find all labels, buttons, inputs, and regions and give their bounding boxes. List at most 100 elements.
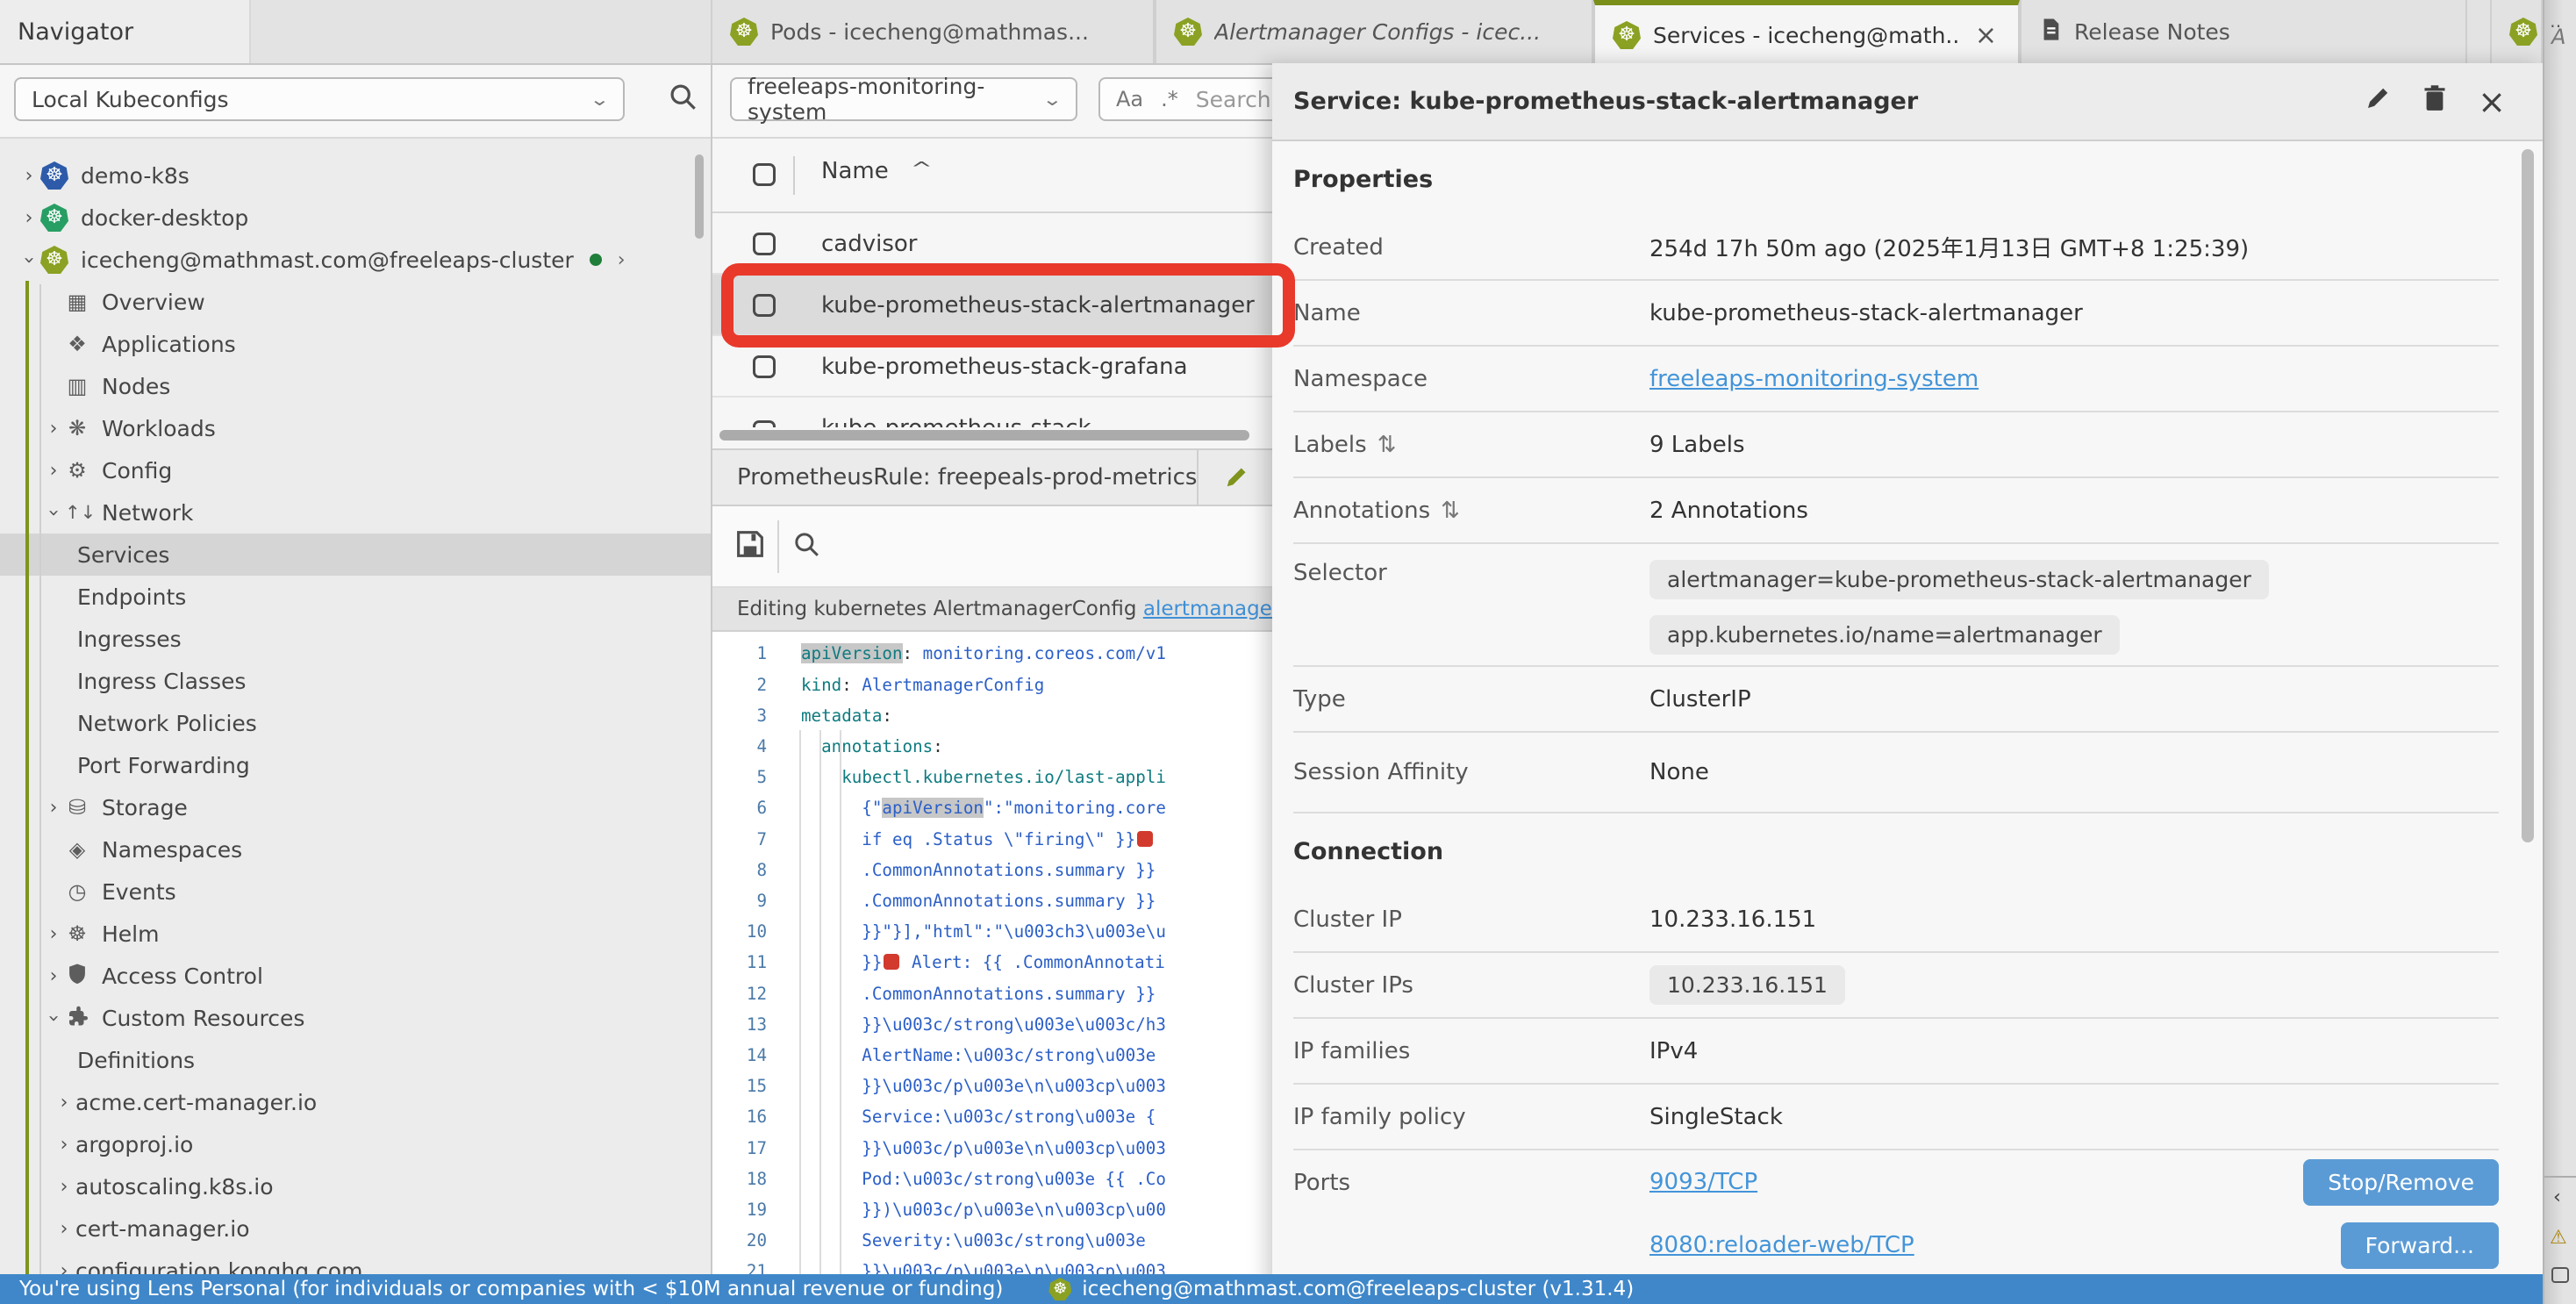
name-column-header[interactable]: Name — [821, 158, 889, 184]
code-line: metadata: — [801, 700, 1272, 731]
detail-scrollbar[interactable] — [2522, 149, 2534, 842]
sidebar-item-config[interactable]: ›⚙Config — [0, 449, 711, 491]
sidebar-item-ingress-classes[interactable]: Ingress Classes — [0, 660, 711, 702]
table-row[interactable]: cadvisor — [712, 213, 1272, 275]
sidebar-item-demo-k8s[interactable]: ›☸demo-k8s — [0, 154, 711, 197]
editor-search-icon[interactable] — [793, 531, 819, 564]
sidebar-item-helm[interactable]: ›☸Helm — [0, 913, 711, 955]
namespace-link[interactable]: freeleaps-monitoring-system — [1649, 366, 1979, 392]
sort-updown-icon[interactable]: ⇅ — [1377, 432, 1397, 458]
port-link[interactable]: 8080:reloader-web/TCP — [1649, 1232, 1914, 1258]
sidebar-scrollbar[interactable] — [695, 154, 704, 239]
edit-pencil-icon[interactable] — [2364, 84, 2392, 119]
tab-services-icecheng-math[interactable]: ☸Services - icecheng@math...× — [1593, 0, 2020, 65]
sidebar-item-definitions[interactable]: Definitions — [0, 1039, 711, 1081]
sidebar-item-network[interactable]: ›↑↓Network — [0, 491, 711, 534]
sidebar-item-cert-manager-io[interactable]: ›cert-manager.io — [0, 1207, 711, 1250]
table-row[interactable]: kube-prometheus-stack-alertmanager — [712, 275, 1272, 336]
sidebar-item-endpoints[interactable]: Endpoints — [0, 576, 711, 618]
detail-title: Service: kube-prometheus-stack-alertmana… — [1293, 63, 1918, 140]
kubeconfig-select[interactable]: Local Kubeconfigs ⌄ — [14, 77, 625, 121]
service-name: kube-prometheus-stack- — [821, 398, 1099, 427]
yaml-editor[interactable]: 123456789101112131415161718192021 apiVer… — [712, 632, 1272, 1304]
tab-pods-icecheng-mathmas[interactable]: ☸Pods - icecheng@mathmas... — [711, 0, 1155, 63]
sidebar-item-label: Custom Resources — [102, 1006, 304, 1031]
tab-partial[interactable]: ☸ — [2490, 0, 2543, 63]
code-token: }}\u003c/p\u003e\n\u003cp\u003 — [801, 1138, 1166, 1158]
chevron-collapsed-icon[interactable]: › — [18, 165, 40, 187]
sidebar-item-access-control[interactable]: ›Access Control — [0, 955, 711, 997]
line-number: 1 — [712, 638, 767, 669]
chevron-right-icon[interactable]: › — [618, 249, 626, 271]
sidebar-item-nodes[interactable]: ▥Nodes — [0, 365, 711, 407]
edit-pencil-icon[interactable] — [1223, 464, 1249, 498]
code-line: Service:\u003c/strong\u003e { — [801, 1101, 1272, 1132]
chevron-collapsed-icon[interactable]: › — [53, 1176, 75, 1198]
sidebar-item-workloads[interactable]: ›❋Workloads — [0, 407, 711, 449]
sort-updown-icon[interactable]: ⇅ — [1441, 498, 1460, 524]
table-row[interactable]: kube-prometheus-stack-grafana — [712, 336, 1272, 398]
code-line: .CommonAnnotations.summary }} — [801, 855, 1272, 885]
port-link[interactable]: 9093/TCP — [1649, 1169, 1757, 1195]
sidebar-item-namespaces[interactable]: ◈Namespaces — [0, 828, 711, 871]
chevron-expanded-icon[interactable]: › — [18, 248, 40, 271]
delete-trash-icon[interactable] — [2422, 84, 2448, 119]
sidebar-item-ingresses[interactable]: Ingresses — [0, 618, 711, 660]
row-checkbox[interactable] — [753, 420, 776, 427]
chevron-left-icon[interactable]: ‹ — [2553, 1186, 2561, 1208]
chevron-collapsed-icon[interactable]: › — [53, 1218, 75, 1240]
sidebar-item-applications[interactable]: ❖Applications — [0, 323, 711, 365]
namespace-select[interactable]: freeleaps-monitoring-system ⌄ — [730, 77, 1077, 121]
chevron-collapsed-icon[interactable]: › — [42, 923, 65, 945]
chevron-collapsed-icon[interactable]: › — [42, 418, 65, 440]
stop-remove-button[interactable]: Stop/Remove — [2303, 1159, 2499, 1206]
chevron-collapsed-icon[interactable]: › — [53, 1134, 75, 1156]
sidebar-item-argoproj-io[interactable]: ›argoproj.io — [0, 1123, 711, 1165]
chevron-collapsed-icon[interactable]: › — [42, 965, 65, 987]
row-checkbox[interactable] — [753, 233, 776, 255]
chevron-collapsed-icon[interactable]: › — [18, 207, 40, 229]
chevron-collapsed-icon[interactable]: › — [42, 797, 65, 819]
row-checkbox[interactable] — [753, 355, 776, 378]
sidebar-item-custom-resources[interactable]: › Custom Resources — [0, 997, 711, 1039]
sidebar-item-acme-cert-manager-io[interactable]: ›acme.cert-manager.io — [0, 1081, 711, 1123]
close-icon[interactable]: × — [2478, 85, 2506, 118]
sidebar-item-autoscaling-k8s-io[interactable]: ›autoscaling.k8s.io — [0, 1165, 711, 1207]
chevron-collapsed-icon[interactable]: › — [53, 1092, 75, 1114]
code-token: Service:\u003c/strong\u003e { — [801, 1107, 1156, 1127]
code-line: .CommonAnnotations.summary }} — [801, 978, 1272, 1009]
tab-alertmanager-configs-icec[interactable]: ☸Alertmanager Configs - icec... — [1155, 0, 1593, 63]
editing-resource-link[interactable]: alertmanager — [1143, 598, 1272, 620]
sidebar-item-services[interactable]: Services — [0, 534, 711, 576]
search-icon[interactable] — [669, 82, 697, 118]
sidebar-item-network-policies[interactable]: Network Policies — [0, 702, 711, 744]
filter-row: freeleaps-monitoring-system ⌄ Aa .* Sear… — [712, 63, 1272, 139]
table-row[interactable]: kube-prometheus-stack- — [712, 398, 1272, 427]
row-checkbox[interactable] — [753, 294, 776, 317]
tab-close-icon[interactable]: × — [1971, 20, 2000, 51]
tab-release-notes[interactable]: Release Notes — [2020, 0, 2467, 63]
kubernetes-cluster-icon: ☸ — [40, 246, 68, 274]
forward--button[interactable]: Forward... — [2341, 1222, 2499, 1269]
sidebar-item-overview[interactable]: ▦Overview — [0, 281, 711, 323]
search-input[interactable]: Aa .* Search — [1098, 77, 1272, 121]
sidebar-item-icecheng-mathmast-com-freeleaps-cluster[interactable]: ›☸icecheng@mathmast.com@freeleaps-cluste… — [0, 239, 711, 281]
prometheus-rule-bar: PrometheusRule: freepeals-prod-metrics — [712, 448, 1272, 506]
sidebar-item-events[interactable]: ◷Events — [0, 871, 711, 913]
chevron-expanded-icon[interactable]: › — [43, 501, 65, 524]
code-token: kubectl.kubernetes.io/last-appli — [841, 767, 1166, 787]
regex-icon[interactable]: .* — [1161, 87, 1178, 111]
save-icon[interactable] — [735, 529, 765, 566]
chevron-collapsed-icon[interactable]: › — [42, 460, 65, 482]
code-token: }}"}],"html":"\u003ch3\u003e\u — [801, 921, 1166, 942]
chevron-expanded-icon[interactable]: › — [43, 1007, 65, 1029]
sidebar-item-port-forwarding[interactable]: Port Forwarding — [0, 744, 711, 786]
sidebar-item-storage[interactable]: ›⛁Storage — [0, 786, 711, 828]
sidebar-item-docker-desktop[interactable]: ›☸docker-desktop — [0, 197, 711, 239]
sidebar-item-label: demo-k8s — [81, 163, 190, 189]
match-case-icon[interactable]: Aa — [1116, 87, 1143, 111]
horizontal-scrollbar[interactable] — [719, 430, 1249, 441]
code-token: annotations — [821, 736, 933, 756]
select-all-checkbox[interactable] — [753, 163, 776, 186]
sort-asc-icon[interactable]: ^ — [911, 158, 933, 179]
